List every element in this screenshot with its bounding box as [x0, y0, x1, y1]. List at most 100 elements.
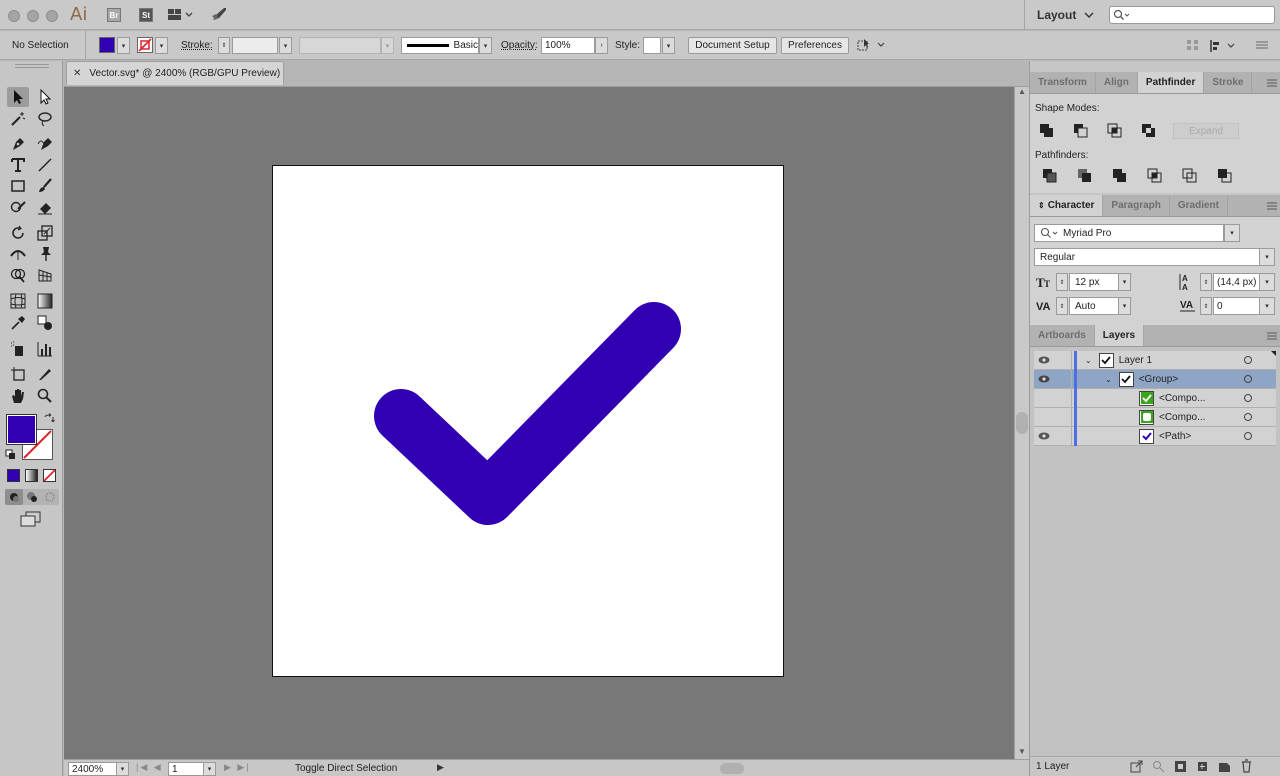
expand-triangle-icon[interactable]: ⌄ [1105, 375, 1112, 384]
pathfinder-panel-menu[interactable] [1263, 72, 1280, 93]
kerning-field[interactable]: Auto [1069, 297, 1119, 315]
mesh-tool[interactable] [7, 291, 29, 311]
tab-align[interactable]: Align [1096, 72, 1138, 93]
lock-toggle[interactable] [1054, 350, 1072, 370]
minus-front-button[interactable] [1073, 123, 1089, 139]
draw-normal-button[interactable] [5, 489, 23, 505]
new-layer-button[interactable] [1218, 760, 1231, 773]
graphic-style-dropdown[interactable]: ▾ [662, 37, 675, 54]
none-mode-button[interactable] [43, 469, 56, 482]
selection-tool[interactable] [7, 87, 29, 107]
preferences-button[interactable]: Preferences [781, 37, 849, 54]
leading-field[interactable]: (14,4 px) [1213, 273, 1260, 291]
clipping-mask-button[interactable] [1174, 760, 1187, 773]
unite-button[interactable] [1039, 123, 1055, 139]
layer-row[interactable]: <Path> [1034, 426, 1276, 446]
stock-button[interactable]: St [139, 8, 153, 22]
zoom-level-field[interactable]: 2400% [68, 762, 118, 776]
swap-fill-stroke-button[interactable] [43, 413, 55, 425]
zoom-tool[interactable] [34, 386, 56, 406]
direct-selection-tool[interactable] [34, 87, 56, 107]
type-tool[interactable] [7, 155, 29, 175]
close-window-button[interactable] [8, 10, 20, 22]
fill-color-box[interactable] [6, 414, 37, 445]
layer-row[interactable]: ⌄ Layer 1 [1034, 350, 1276, 370]
line-segment-tool[interactable] [34, 155, 56, 175]
checkmark-graphic[interactable] [273, 166, 783, 676]
new-sublayer-button[interactable] [1196, 760, 1209, 773]
close-tab-icon[interactable]: ✕ [73, 68, 81, 79]
first-prev-artboard-buttons[interactable]: |◀ ◀ [136, 762, 163, 773]
perspective-grid-tool[interactable] [34, 265, 56, 285]
intersect-button[interactable] [1107, 123, 1123, 139]
puppet-warp-tool[interactable] [34, 244, 56, 264]
opacity-dropdown[interactable]: › [595, 37, 608, 54]
target-circle[interactable] [1244, 375, 1252, 383]
kerning-stepper[interactable]: ⇕ [1056, 297, 1068, 315]
target-circle[interactable] [1244, 432, 1252, 440]
variable-width-profile[interactable] [299, 37, 381, 54]
help-search-input[interactable] [1109, 6, 1275, 24]
font-family-field[interactable]: Myriad Pro [1034, 224, 1224, 242]
tab-pathfinder[interactable]: Pathfinder [1137, 72, 1205, 93]
leading-dropdown[interactable]: ▾ [1259, 273, 1275, 291]
zoom-dropdown[interactable]: ▾ [116, 762, 129, 776]
document-setup-button[interactable]: Document Setup [688, 37, 777, 54]
stroke-weight-field[interactable] [232, 37, 278, 54]
target-circle[interactable] [1244, 356, 1252, 364]
divide-button[interactable] [1042, 168, 1058, 184]
export-button[interactable] [1130, 760, 1143, 773]
stroke-color-swatch[interactable] [137, 37, 153, 53]
minimize-window-button[interactable] [27, 10, 39, 22]
status-menu-arrow[interactable]: ▶ [437, 762, 444, 773]
tab-layers[interactable]: Layers [1094, 325, 1145, 346]
tab-paragraph[interactable]: Paragraph [1103, 195, 1170, 216]
outline-button[interactable] [1182, 168, 1198, 184]
brush-dropdown[interactable]: ▾ [479, 37, 492, 54]
gpu-performance-button[interactable] [210, 6, 228, 22]
checkmark-path[interactable] [374, 302, 681, 525]
fill-color-swatch[interactable] [99, 37, 115, 53]
fill-dropdown[interactable]: ▾ [117, 37, 130, 54]
font-size-field[interactable]: 12 px [1069, 273, 1119, 291]
slice-tool[interactable] [34, 364, 56, 384]
column-graph-tool[interactable] [34, 339, 56, 359]
leading-stepper[interactable]: ⇕ [1200, 273, 1212, 291]
delete-layer-button[interactable] [1240, 759, 1253, 773]
character-panel-menu[interactable] [1263, 195, 1280, 216]
stroke-dropdown[interactable]: ▾ [155, 37, 168, 54]
next-last-artboard-buttons[interactable]: ▶ ▶| [224, 762, 251, 773]
tab-transform[interactable]: Transform [1030, 72, 1096, 93]
font-style-field[interactable]: Regular [1034, 248, 1261, 266]
artboard-tool[interactable] [7, 364, 29, 384]
lock-toggle[interactable] [1054, 426, 1072, 446]
blend-tool[interactable] [34, 313, 56, 333]
bridge-button[interactable]: Br [107, 8, 121, 22]
target-circle[interactable] [1244, 413, 1252, 421]
minus-back-button[interactable] [1217, 168, 1233, 184]
stroke-label[interactable]: Stroke: [181, 40, 213, 51]
eyedropper-tool[interactable] [7, 313, 29, 333]
horizontal-scroll-thumb[interactable] [720, 763, 744, 774]
eraser-tool[interactable] [34, 197, 56, 217]
tracking-dropdown[interactable]: ▾ [1259, 297, 1275, 315]
lock-toggle[interactable] [1054, 388, 1072, 408]
expand-triangle-icon[interactable]: ⌄ [1085, 356, 1092, 365]
workspace-switcher[interactable]: Layout [1024, 0, 1096, 30]
draw-behind-button[interactable] [23, 489, 41, 505]
shape-builder-tool[interactable] [7, 265, 29, 285]
exclude-button[interactable] [1141, 123, 1157, 139]
kerning-dropdown[interactable]: ▾ [1118, 297, 1131, 315]
visibility-toggle[interactable] [1034, 356, 1054, 364]
width-tool[interactable] [7, 244, 29, 264]
artboard[interactable] [272, 165, 784, 677]
document-tab[interactable]: ✕ Vector.svg* @ 2400% (RGB/GPU Preview) [66, 61, 284, 85]
font-family-dropdown[interactable]: ▾ [1224, 224, 1240, 242]
zoom-window-button[interactable] [46, 10, 58, 22]
lock-toggle[interactable] [1054, 369, 1072, 389]
rectangle-tool[interactable] [7, 176, 29, 196]
symbol-sprayer-tool[interactable] [7, 339, 29, 359]
scroll-down-arrow[interactable]: ▼ [1018, 747, 1026, 756]
tab-stroke[interactable]: Stroke [1204, 72, 1253, 93]
tools-grip[interactable] [0, 61, 63, 71]
